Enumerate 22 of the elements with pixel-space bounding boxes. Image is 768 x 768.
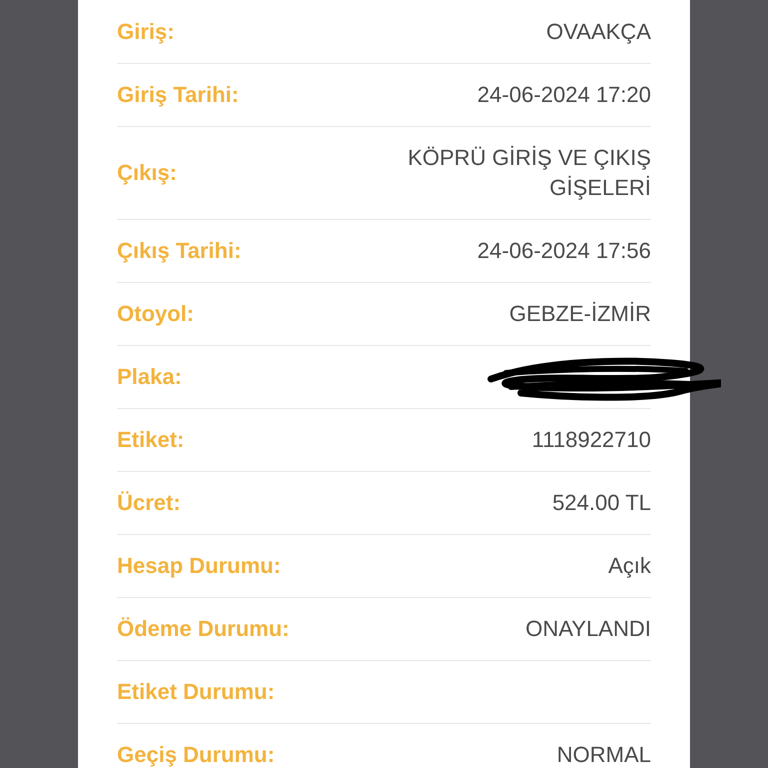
field-label: Hesap Durumu: (117, 552, 281, 580)
field-value: KÖPRÜ GİRİŞ VE ÇIKIŞ GİŞELERİ (406, 144, 651, 202)
field-label: Otoyol: (117, 300, 194, 328)
field-label: Ödeme Durumu: (117, 615, 290, 643)
field-value: 24-06-2024 17:56 (477, 237, 651, 265)
field-label: Çıkış Tarihi: (117, 237, 242, 265)
field-label: Çıkış: (117, 159, 177, 187)
field-label: Etiket: (117, 426, 184, 454)
field-value: Açık (608, 552, 651, 580)
field-value: 24-06-2024 17:20 (477, 81, 651, 109)
field-label: Plaka: (117, 363, 182, 391)
field-label: Giriş Tarihi: (117, 81, 239, 109)
field-value: 524.00 TL (552, 489, 651, 517)
field-value: NORMAL (556, 741, 651, 768)
field-label: Giriş: (117, 18, 174, 46)
field-value: 1118922710 (532, 426, 651, 454)
field-label: Etiket Durumu: (117, 678, 275, 706)
field-value: GEBZE-İZMİR (509, 300, 651, 328)
field-label: Ücret: (117, 489, 181, 517)
field-value: ONAYLANDI (525, 615, 651, 643)
field-label: Geçiş Durumu: (117, 741, 275, 768)
field-value: OVAAKÇA (546, 18, 651, 46)
